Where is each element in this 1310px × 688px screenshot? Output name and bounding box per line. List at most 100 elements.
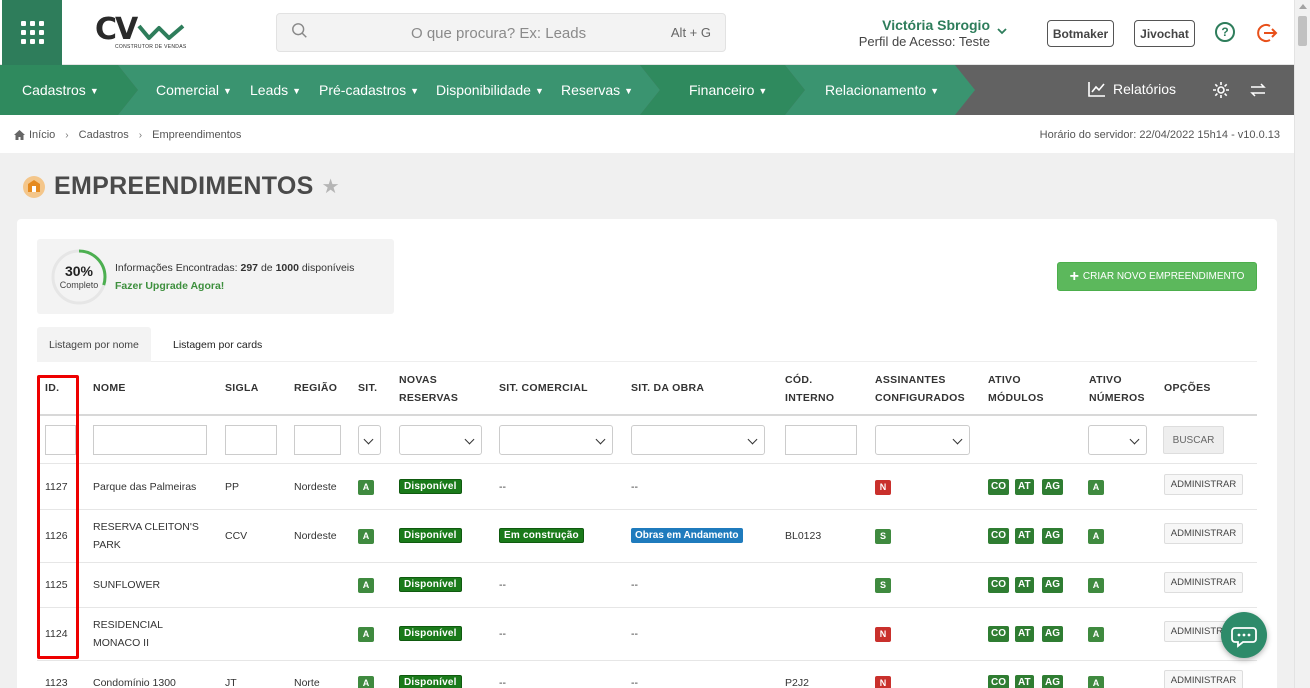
page-scrollbar[interactable] — [1294, 0, 1310, 688]
logout-icon[interactable] — [1256, 22, 1278, 44]
filter-sit-select[interactable] — [358, 425, 381, 455]
jivochat-button[interactable]: Jivochat — [1134, 20, 1195, 47]
administrar-button[interactable]: ADMINISTRAR — [1164, 473, 1243, 495]
breadcrumb-separator: › — [138, 129, 143, 141]
breadcrumb-separator: › — [65, 129, 69, 141]
status-badge: A — [358, 577, 374, 593]
user-menu[interactable]: Victória Sbrogio Perfil de Acesso: Teste — [840, 17, 990, 49]
cell-regiao: Nordeste — [294, 529, 337, 542]
cell-sigla: CCV — [225, 529, 248, 542]
row-divider — [37, 463, 1257, 464]
col-header-regiao[interactable]: REGIÃO — [294, 379, 337, 397]
page-header: EMPREENDIMENTOS ★ — [22, 172, 340, 201]
col-header-sit[interactable]: SIT. — [358, 379, 377, 397]
gear-icon[interactable] — [1212, 81, 1230, 99]
status-badge: A — [358, 528, 374, 544]
logo-wave-icon — [137, 24, 185, 40]
novas-reservas-badge: Disponível — [399, 527, 462, 543]
modulo-badge: AT — [1015, 625, 1034, 642]
col-header-ativo-numeros[interactable]: ATIVO NÚMEROS — [1089, 371, 1145, 407]
filter-regiao-input[interactable] — [294, 425, 341, 455]
administrar-button[interactable]: ADMINISTRAR — [1164, 669, 1243, 688]
cell-nome: RESERVA CLEITON'S PARK — [93, 518, 199, 554]
row-divider — [37, 607, 1257, 608]
scroll-up-arrow[interactable] — [1299, 4, 1307, 9]
header-line: MÓDULOS — [988, 392, 1044, 404]
modulo-badge: AT — [1015, 576, 1034, 593]
modulo-badge: AG — [1042, 576, 1063, 593]
col-header-nome[interactable]: NOME — [93, 379, 126, 397]
col-header-cod-interno[interactable]: CÓD. INTERNO — [785, 371, 834, 407]
nav-reservas[interactable]: Reservas ▼ — [561, 82, 633, 98]
star-icon[interactable]: ★ — [322, 174, 340, 199]
assinantes-badge: N — [875, 626, 891, 642]
col-header-assinantes[interactable]: ASSINANTES CONFIGURADOS — [875, 371, 965, 407]
server-time: Horário do servidor: 22/04/2022 15h14 - … — [1039, 129, 1280, 141]
filter-cod-interno-input[interactable] — [785, 425, 857, 455]
home-icon — [14, 130, 25, 140]
swap-icon[interactable] — [1250, 83, 1266, 97]
cell-sit-obra: -- — [631, 578, 638, 591]
modulo-badge: CO — [988, 674, 1009, 688]
nav-label: Pré-cadastros — [319, 82, 407, 98]
buscar-button[interactable]: BUSCAR — [1163, 426, 1224, 454]
modulo-badge: AT — [1015, 527, 1034, 544]
filter-ativo-numeros-select[interactable] — [1088, 425, 1147, 455]
nav-relatorios[interactable]: Relatórios — [1088, 81, 1176, 97]
col-header-sigla[interactable]: SIGLA — [225, 379, 259, 397]
filter-novas-reservas-select[interactable] — [399, 425, 482, 455]
cell-sigla: JT — [225, 676, 237, 688]
nav-pre-cadastros[interactable]: Pré-cadastros ▼ — [319, 82, 419, 98]
nav-comercial[interactable]: Comercial ▼ — [156, 82, 232, 98]
filter-sigla-input[interactable] — [225, 425, 277, 455]
chevron-down-icon: ▼ — [534, 86, 544, 96]
nav-disponibilidade[interactable]: Disponibilidade ▼ — [436, 82, 544, 98]
scroll-thumb[interactable] — [1298, 16, 1307, 46]
header-line: CÓD. — [785, 374, 813, 386]
top-bar: CV CONSTRUTOR DE VENDAS O que procura? E… — [0, 0, 1294, 65]
chat-widget-button[interactable] — [1221, 612, 1267, 658]
nome-line: RESERVA CLEITON'S — [93, 520, 199, 533]
chevron-down-icon[interactable] — [996, 26, 1008, 36]
modulo-badge: AT — [1015, 674, 1034, 688]
chevron-down-icon: ▼ — [930, 86, 940, 96]
nav-relacionamento[interactable]: Relacionamento ▼ — [825, 82, 939, 98]
col-header-sit-obra[interactable]: SIT. DA OBRA — [631, 379, 704, 397]
nome-line: RESIDENCIAL — [93, 618, 164, 631]
chart-icon — [1088, 82, 1105, 97]
administrar-button[interactable]: ADMINISTRAR — [1164, 571, 1243, 593]
empreendimentos-table: ID. NOME SIGLA REGIÃO SIT. NOVAS RESERVAS… — [17, 219, 1277, 688]
col-header-sit-comercial[interactable]: SIT. COMERCIAL — [499, 379, 588, 397]
global-search[interactable]: O que procura? Ex: Leads Alt + G — [276, 13, 726, 52]
nav-financeiro[interactable]: Financeiro ▼ — [689, 82, 767, 98]
breadcrumb: Início › Cadastros › Empreendimentos — [14, 129, 241, 141]
filter-sit-comercial-select[interactable] — [499, 425, 613, 455]
col-header-ativo-modulos[interactable]: ATIVO MÓDULOS — [988, 371, 1044, 407]
breadcrumb-home[interactable]: Início — [14, 129, 55, 141]
apps-grid-icon — [20, 21, 44, 44]
help-icon[interactable]: ? — [1215, 22, 1235, 42]
user-profile: Perfil de Acesso: Teste — [858, 34, 990, 49]
apps-grid-button[interactable] — [2, 0, 62, 65]
assinantes-badge: N — [875, 479, 891, 495]
modulo-badge: AG — [1042, 478, 1063, 495]
breadcrumb-cadastros[interactable]: Cadastros — [79, 129, 129, 141]
administrar-button[interactable]: ADMINISTRAR — [1164, 522, 1243, 544]
filter-nome-input[interactable] — [93, 425, 207, 455]
nav-leads[interactable]: Leads ▼ — [250, 82, 301, 98]
building-icon — [23, 175, 45, 198]
botmaker-button[interactable]: Botmaker — [1047, 20, 1114, 47]
row-divider — [37, 509, 1257, 510]
header-divider — [37, 414, 1257, 416]
cell-sit-comercial: -- — [499, 676, 506, 688]
header-line: ASSINANTES — [875, 374, 946, 386]
logo[interactable]: CV CONSTRUTOR DE VENDAS — [95, 10, 195, 54]
breadcrumb-label: Início — [29, 129, 56, 141]
filter-sit-obra-select[interactable] — [631, 425, 765, 455]
chevron-down-icon: ▼ — [89, 86, 99, 96]
cell-nome: SUNFLOWER — [93, 576, 160, 594]
col-header-novas-reservas[interactable]: NOVAS RESERVAS — [399, 371, 458, 407]
nav-cadastros[interactable]: Cadastros ▼ — [22, 82, 99, 98]
modulo-badge: AG — [1042, 625, 1063, 642]
filter-assinantes-select[interactable] — [875, 425, 970, 455]
